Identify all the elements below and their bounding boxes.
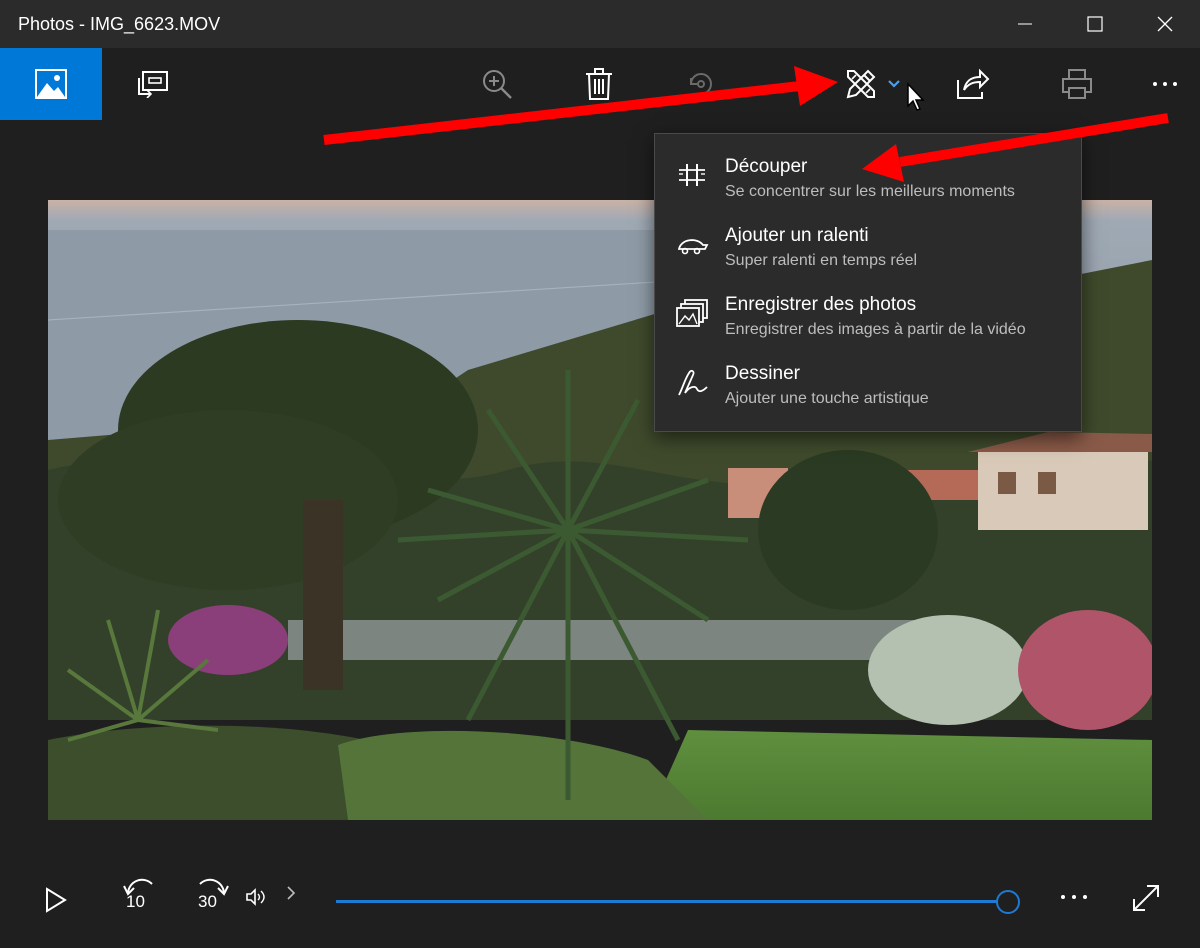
minimize-icon	[1018, 23, 1032, 25]
more-icon	[1061, 895, 1087, 899]
mouse-cursor-icon	[907, 82, 925, 111]
home-button[interactable]	[0, 48, 102, 120]
menu-item-subtitle: Super ralenti en temps réel	[725, 252, 918, 269]
more-controls-button[interactable]	[1052, 882, 1096, 912]
photos-window: Photos - IMG_6623.MOV Découper Se concen…	[0, 0, 1200, 948]
skip-back-button[interactable]: 10	[116, 872, 164, 916]
zoom-in-button[interactable]	[462, 48, 532, 120]
draw-icon	[678, 369, 708, 396]
playback-controls: 10 30	[0, 850, 1200, 948]
rotate-icon	[690, 73, 712, 95]
edit-dropdown-button[interactable]	[880, 48, 908, 120]
expand-controls-button[interactable]	[280, 882, 302, 904]
menu-item-title: Ajouter un ralenti	[725, 225, 869, 246]
menu-item-subtitle: Se concentrer sur les meilleurs moments	[725, 183, 1015, 200]
skip-back-seconds: 10	[126, 892, 145, 911]
maximize-icon	[1087, 16, 1103, 32]
volume-button[interactable]	[242, 884, 270, 910]
skip-forward-seconds: 30	[198, 892, 217, 911]
delete-icon	[586, 68, 612, 100]
trim-icon	[679, 164, 705, 186]
save-photos-icon	[676, 299, 708, 327]
delete-button[interactable]	[564, 48, 634, 120]
fullscreen-icon	[1133, 885, 1159, 911]
slow-motion-icon	[677, 239, 709, 255]
create-edit-menu: Découper Se concentrer sur les meilleurs…	[654, 133, 1082, 432]
slideshow-icon	[138, 71, 168, 98]
home-icon	[35, 69, 67, 99]
play-icon	[46, 887, 67, 913]
menu-item-subtitle: Enregistrer des images à partir de la vi…	[725, 321, 1026, 338]
slideshow-button[interactable]	[118, 48, 188, 120]
chevron-down-icon	[888, 80, 900, 88]
volume-icon	[246, 888, 265, 906]
print-icon	[1062, 69, 1092, 99]
minimize-button-2[interactable]	[990, 0, 1060, 48]
seek-bar-thumb[interactable]	[995, 890, 1020, 914]
print-button[interactable]	[1042, 48, 1112, 120]
edit-create-icon	[846, 69, 876, 99]
skip-forward-button[interactable]: 30	[188, 872, 236, 916]
menu-item-title: Découper	[725, 156, 808, 177]
share-button[interactable]	[938, 48, 1008, 120]
more-icon	[1153, 82, 1177, 86]
fullscreen-button[interactable]	[1124, 878, 1168, 918]
menu-item-slow-motion[interactable]: Ajouter un ralenti Super ralenti en temp…	[655, 203, 1081, 272]
more-button[interactable]	[1130, 48, 1200, 120]
rotate-button[interactable]	[666, 48, 736, 120]
toolbar	[0, 48, 1200, 120]
menu-item-trim[interactable]: Découper Se concentrer sur les meilleurs…	[655, 134, 1081, 203]
zoom-in-icon	[483, 70, 512, 99]
menu-item-title: Enregistrer des photos	[725, 294, 917, 315]
seek-bar-progress	[336, 900, 1007, 903]
maximize-button[interactable]	[1060, 0, 1130, 48]
close-button[interactable]	[1130, 0, 1200, 48]
share-icon	[957, 68, 990, 99]
menu-item-draw[interactable]: Dessiner Ajouter une touche artistique	[655, 341, 1081, 410]
menu-item-title: Dessiner	[725, 363, 800, 384]
chevron-right-icon	[287, 886, 296, 900]
window-title: Photos - IMG_6623.MOV	[18, 14, 221, 34]
close-icon	[1157, 16, 1173, 32]
menu-item-subtitle: Ajouter une touche artistique	[725, 390, 929, 407]
menu-item-save-photos[interactable]: Enregistrer des photos Enregistrer des i…	[655, 272, 1081, 341]
play-button[interactable]	[36, 880, 76, 920]
seek-bar[interactable]	[336, 890, 1020, 914]
